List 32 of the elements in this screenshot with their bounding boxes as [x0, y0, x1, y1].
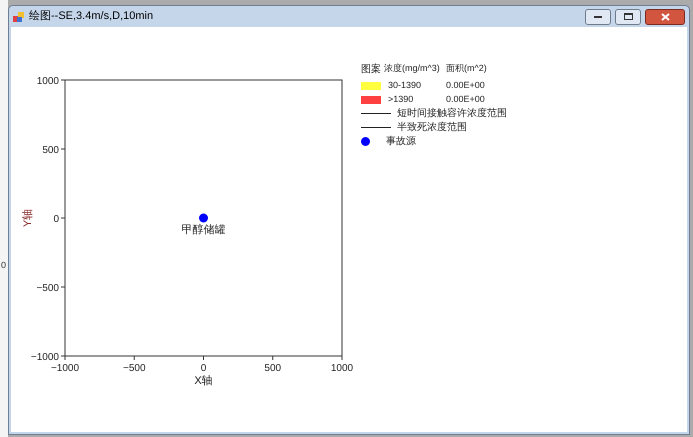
y-axis-label: Y轴 [22, 208, 34, 228]
y-tick-label: −1000 [30, 352, 59, 363]
point-label: 甲醇储罐 [182, 224, 226, 236]
legend-header: 图案 [361, 62, 382, 77]
y-tick-label: 0 [53, 214, 59, 225]
legend-label: 事故源 [386, 134, 416, 149]
y-tick-label: 1000 [36, 76, 59, 87]
close-button[interactable] [645, 8, 685, 24]
x-tick-label: 0 [200, 363, 206, 374]
line-sample [361, 113, 391, 114]
legend-label: >1390 [388, 92, 414, 106]
close-icon [660, 12, 670, 20]
maximize-button[interactable] [615, 8, 641, 24]
background-text: 0 [1, 260, 6, 270]
legend-area: 0.00E+00 [446, 92, 485, 106]
x-axis-label: X轴 [194, 375, 213, 387]
y-tick-label: 500 [42, 145, 59, 156]
legend-label: 30-1390 [388, 78, 422, 92]
x-tick-label: 1000 [330, 363, 354, 374]
legend-header: 浓度(mg/m^3) [384, 62, 441, 75]
minimize-button[interactable] [585, 8, 611, 24]
legend-label: 短时间接触容许浓度范围 [397, 106, 507, 121]
x-tick-label: −500 [122, 363, 146, 374]
app-icon [13, 10, 25, 22]
legend-label: 半致死浓度范围 [397, 120, 467, 135]
x-tick-label: 500 [264, 363, 282, 374]
line-sample [361, 127, 391, 128]
y-tick-label: −500 [36, 283, 59, 294]
legend-header: 面积(m^2) [446, 62, 487, 75]
legend-area: 0.00E+00 [446, 78, 485, 92]
x-tick-label: −1000 [50, 363, 80, 374]
window-title: 绘图--SE,3.4m/s,D,10min [29, 9, 154, 24]
